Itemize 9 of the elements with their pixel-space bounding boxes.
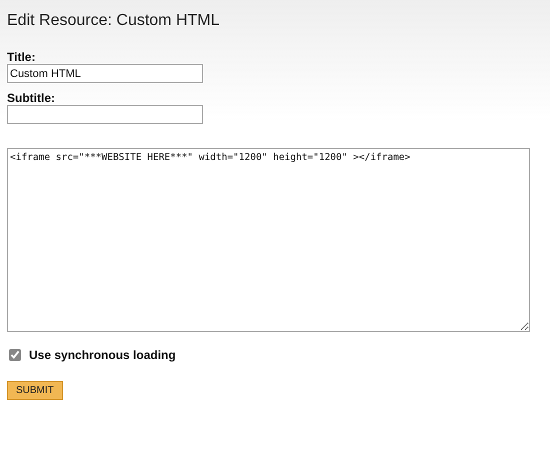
checkbox-label: Use synchronous loading	[29, 348, 176, 362]
text-input[interactable]: Custom HTML	[7, 64, 203, 83]
html-code-field[interactable]: <iframe src="***WEBSITE HERE***" width="1200" height="1200" ></iframe>	[7, 148, 530, 332]
field-label: Title:	[7, 50, 36, 64]
page-heading: Edit Resource: Custom HTML	[7, 12, 220, 30]
sync-loading-checkbox[interactable]	[9, 349, 21, 361]
text-input[interactable]	[7, 105, 203, 124]
field-label: Subtitle:	[7, 91, 55, 105]
submit-button[interactable]: SUBMIT	[7, 381, 63, 400]
